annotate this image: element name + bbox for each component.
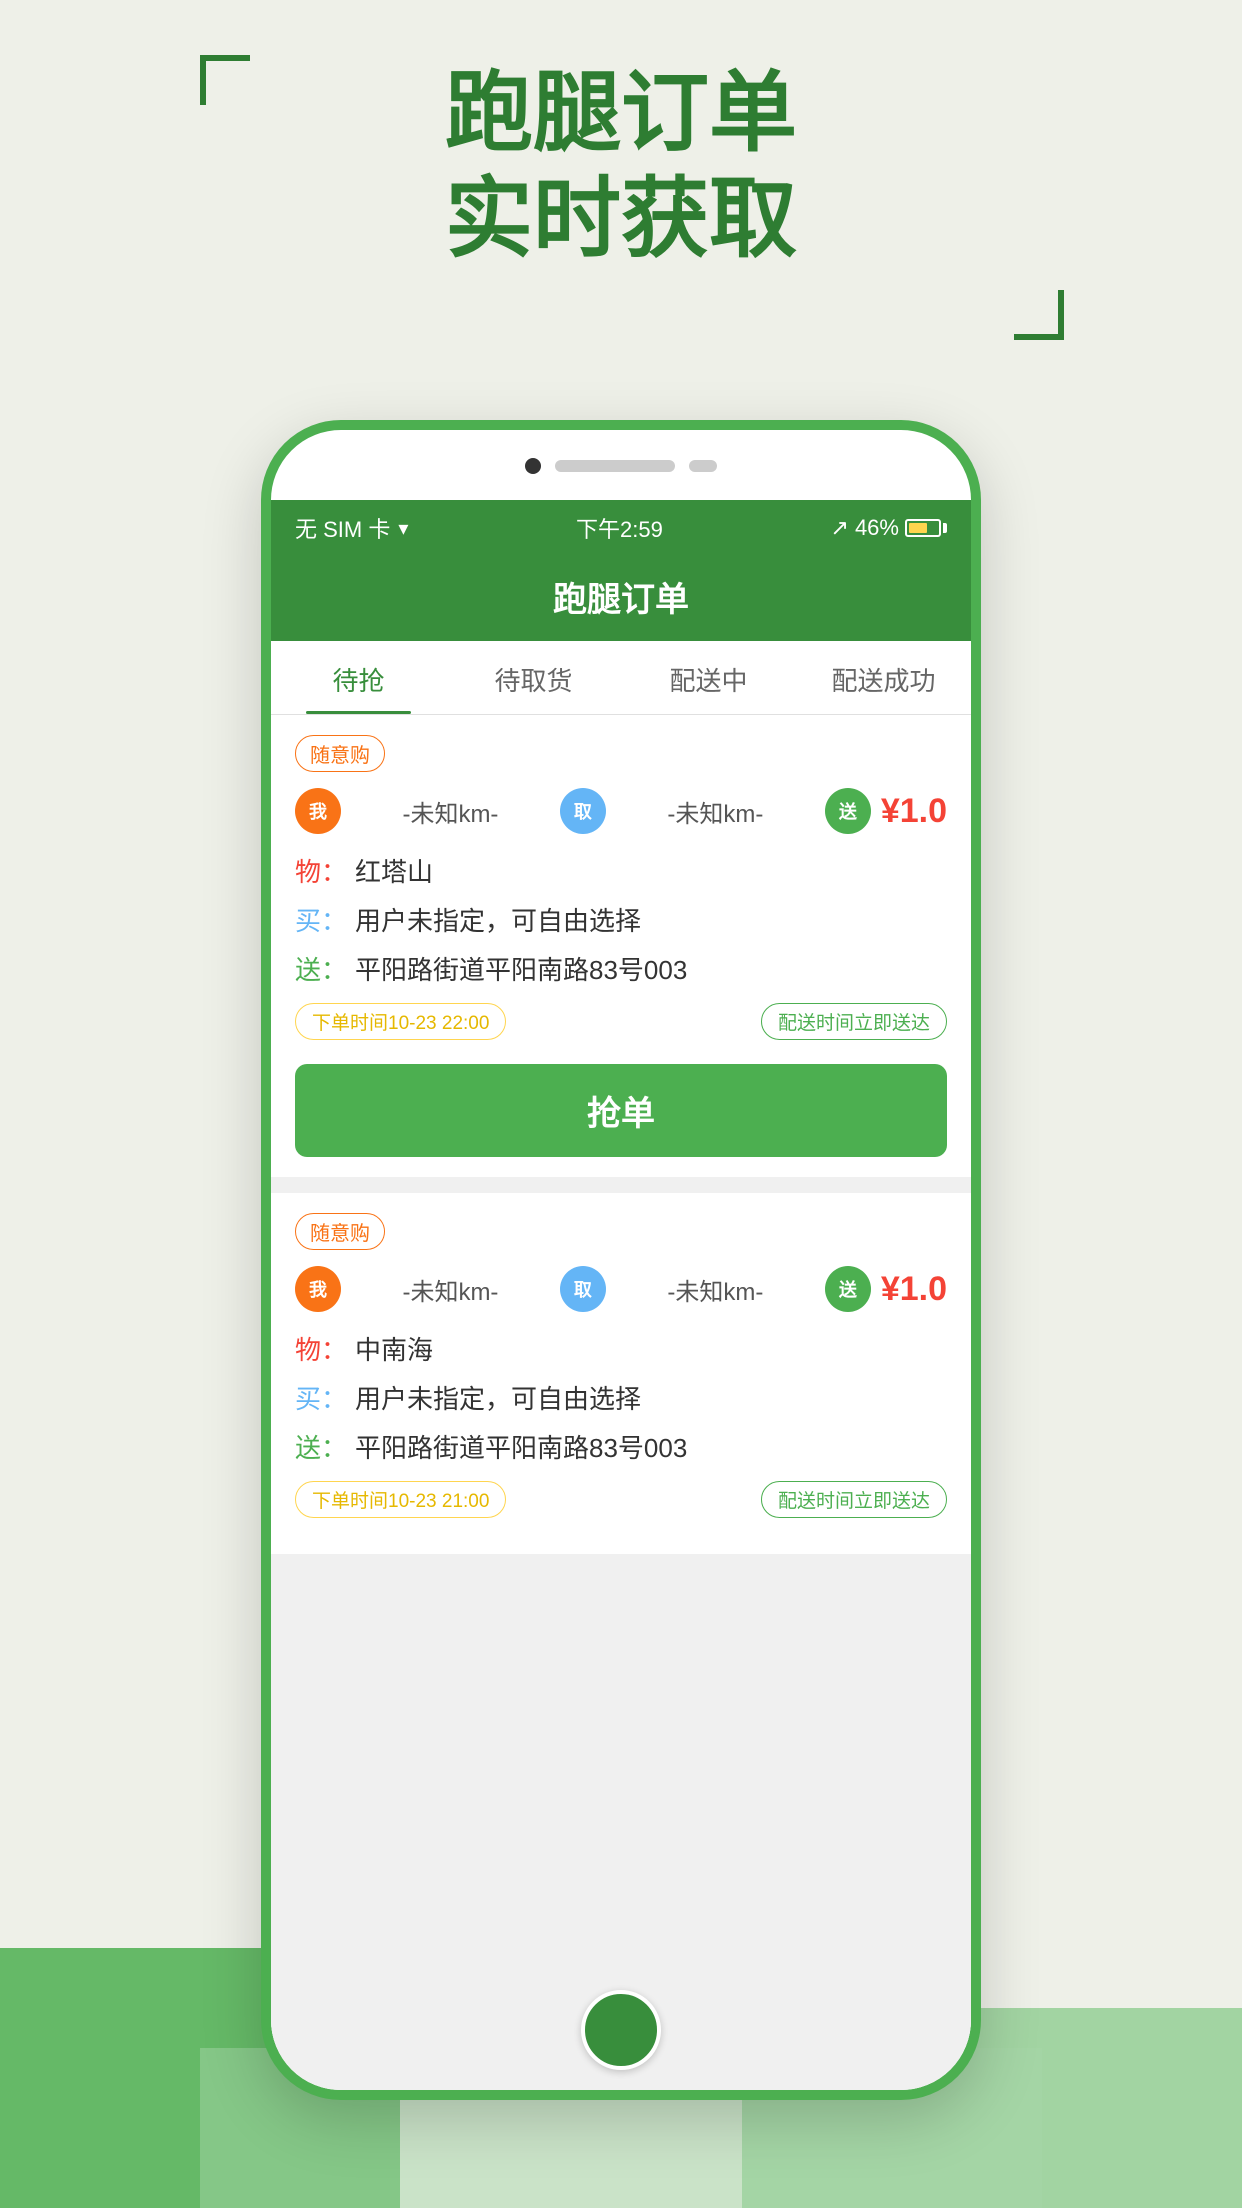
song-row-2: 送： 平阳路街道平阳南路83号003 [295,1428,947,1465]
battery-body [905,519,941,537]
app-title: 跑腿订单 [553,581,689,619]
status-left: 无 SIM 卡 ▾ [295,512,408,544]
mai-value-1: 用户未指定，可自由选择 [355,901,641,938]
pick-km-2: -未知km- [616,1272,815,1307]
order-card-1: 随意购 我 -未知km- 取 -未知km- 送 ¥1.0 物： 红塔山 [271,715,971,1177]
tab-daiquhuo[interactable]: 待取货 [446,641,621,714]
orders-scroll[interactable]: 随意购 我 -未知km- 取 -未知km- 送 ¥1.0 物： 红塔山 [271,715,971,2090]
wu-value-2: 中南海 [355,1330,433,1367]
icon-deliver-2: 送 [825,1266,871,1312]
time-tags-row-2: 下单时间10-23 21:00 配送时间立即送达 [295,1481,947,1518]
deliver-time-tag-2: 配送时间立即送达 [761,1481,947,1518]
app-header: 跑腿订单 [271,556,971,641]
carrier-text: 无 SIM 卡 [295,512,390,544]
from-km-1: -未知km- [351,794,550,829]
pick-km-1: -未知km- [616,794,815,829]
icon-me-1: 我 [295,788,341,834]
song-row-1: 送： 平阳路街道平阳南路83号003 [295,950,947,987]
hero-line1: 跑腿订单 [445,60,797,166]
icon-deliver-1: 送 [825,788,871,834]
wu-label-2: 物： [295,1330,347,1367]
battery-icon [905,519,947,537]
status-time: 下午2:59 [576,512,663,544]
tab-daiqiang[interactable]: 待抢 [271,641,446,714]
time-tags-row-1: 下单时间10-23 22:00 配送时间立即送达 [295,1003,947,1040]
deliver-time-tag-1: 配送时间立即送达 [761,1003,947,1040]
phone-home-button[interactable] [581,1990,661,2070]
price-2: ¥1.0 [881,1270,947,1309]
route-row-1: 我 -未知km- 取 -未知km- 送 ¥1.0 [295,788,947,834]
side-btn-power [977,760,981,880]
song-label-1: 送： [295,950,347,987]
phone-top-bar [271,458,971,474]
wifi-icon: ▾ [398,516,408,541]
battery-tip [943,523,947,533]
status-bar: 无 SIM 卡 ▾ 下午2:59 ↗ 46% [271,500,971,556]
order-tag-1: 随意购 [295,735,385,772]
icon-pick-2: 取 [560,1266,606,1312]
song-value-1: 平阳路街道平阳南路83号003 [355,950,687,987]
phone-camera [689,460,717,472]
phone-speaker [555,460,675,472]
icon-pick-1: 取 [560,788,606,834]
route-row-2: 我 -未知km- 取 -未知km- 送 ¥1.0 [295,1266,947,1312]
from-km-2: -未知km- [351,1272,550,1307]
bracket-bottom-right [1014,290,1064,340]
side-btn-volume-up [261,710,265,790]
mai-row-1: 买： 用户未指定，可自由选择 [295,901,947,938]
phone-mockup: 无 SIM 卡 ▾ 下午2:59 ↗ 46% 跑腿订单 [261,420,981,2100]
wu-value-1: 红塔山 [355,852,433,889]
mai-row-2: 买： 用户未指定，可自由选择 [295,1379,947,1416]
mai-label-2: 买： [295,1379,347,1416]
mai-label-1: 买： [295,901,347,938]
wu-row-1: 物： 红塔山 [295,852,947,889]
tab-peisongchenggong[interactable]: 配送成功 [796,641,971,714]
wu-row-2: 物： 中南海 [295,1330,947,1367]
battery-pct: 46% [855,515,899,541]
hero-text: 跑腿订单 实时获取 [0,60,1242,271]
battery-fill [909,523,927,533]
wu-label-1: 物： [295,852,347,889]
hero-line2: 实时获取 [445,166,797,272]
tabs-bar[interactable]: 待抢 待取货 配送中 配送成功 [271,641,971,715]
price-1: ¥1.0 [881,792,947,831]
phone-dot [525,458,541,474]
mai-value-2: 用户未指定，可自由选择 [355,1379,641,1416]
icon-me-2: 我 [295,1266,341,1312]
phone-outer: 无 SIM 卡 ▾ 下午2:59 ↗ 46% 跑腿订单 [261,420,981,2100]
song-value-2: 平阳路街道平阳南路83号003 [355,1428,687,1465]
phone-screen: 无 SIM 卡 ▾ 下午2:59 ↗ 46% 跑腿订单 [271,500,971,2090]
order-tag-2: 随意购 [295,1213,385,1250]
order-time-tag-2: 下单时间10-23 21:00 [295,1481,506,1518]
song-label-2: 送： [295,1428,347,1465]
grab-button-1[interactable]: 抢单 [295,1064,947,1157]
hero-title: 跑腿订单 实时获取 [445,60,797,271]
status-right: ↗ 46% [831,515,947,541]
order-card-2: 随意购 我 -未知km- 取 -未知km- 送 ¥1.0 物： 中南海 [271,1193,971,1554]
location-icon: ↗ [831,515,849,541]
order-time-tag-1: 下单时间10-23 22:00 [295,1003,506,1040]
tab-peisongzhong[interactable]: 配送中 [621,641,796,714]
side-btn-volume-down [261,810,265,890]
